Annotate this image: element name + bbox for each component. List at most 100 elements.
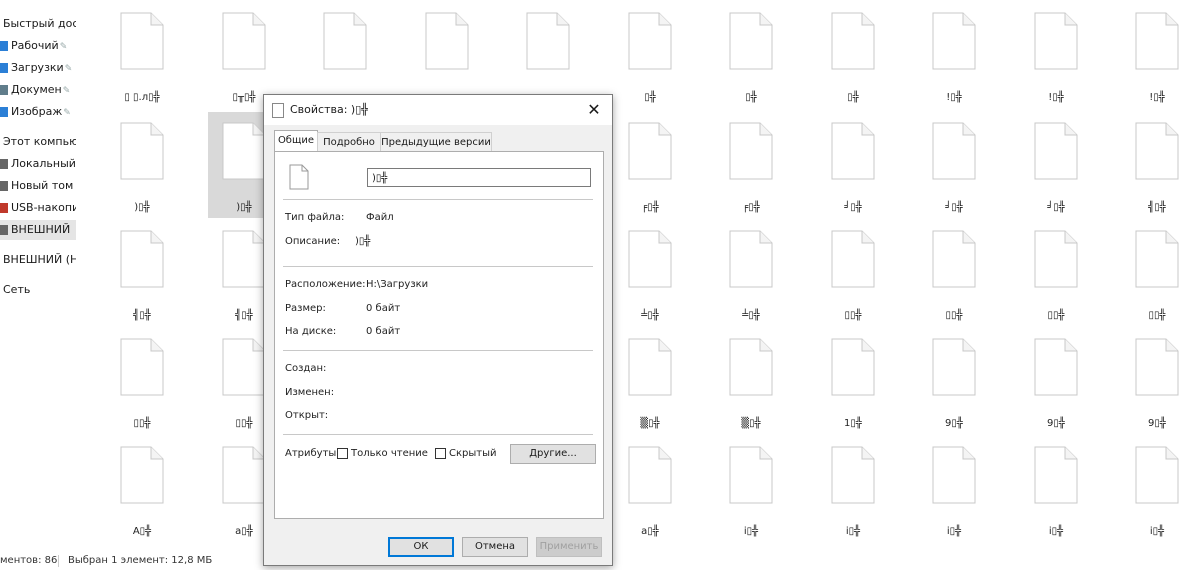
properties-dialog: Свойства: )▯╬ ✕ Общие Подробно Предыдущи… [263,94,613,566]
file-item[interactable]: !▯╬ [1020,2,1092,108]
file-item[interactable]: ╧▯╬ [614,220,686,326]
file-item[interactable]: ▯▯╬ [1121,220,1193,326]
apply-button[interactable]: Применить [536,537,602,557]
file-item[interactable] [411,2,483,108]
pin-icon[interactable]: ✎ [63,86,71,96]
file-icon [729,230,773,288]
file-item[interactable]: ▯╬ [614,2,686,108]
dialog-titlebar[interactable]: Свойства: )▯╬ ✕ [264,95,612,125]
pin-icon[interactable]: ✎ [60,42,68,52]
file-item[interactable]: ╛▯╬ [1020,112,1092,218]
file-item[interactable]: ▯╬ [817,2,889,108]
file-item[interactable]: ╧▯╬ [715,220,787,326]
file-type-label: Тип файла: [285,212,345,223]
file-item[interactable]: ▯╥▯╬ [208,2,280,108]
advanced-attributes-button[interactable]: Другие... [510,444,596,464]
file-item[interactable]: )▯╬ [106,112,178,218]
file-item[interactable]: a▯╬ [614,436,686,542]
file-item[interactable]: i▯╬ [918,436,990,542]
file-item[interactable]: ▯▯╬ [918,220,990,326]
file-item[interactable]: A▯╬ [106,436,178,542]
modified-label: Изменен: [285,387,335,398]
file-item[interactable] [512,2,584,108]
file-item[interactable]: i▯╬ [715,436,787,542]
file-item[interactable]: ╣▯╬ [1121,112,1193,218]
sidebar-item-label: ВНЕШНИЙ [11,223,71,236]
cancel-button[interactable]: Отмена [462,537,528,557]
sidebar-item[interactable]: Этот компью [0,132,76,152]
pin-icon[interactable]: ✎ [63,108,71,118]
file-item[interactable]: ▯▯╬ [817,220,889,326]
sidebar-item[interactable]: Загрузки✎ [0,58,76,78]
file-icon [1135,122,1179,180]
hidden-checkbox[interactable] [435,448,446,459]
file-item[interactable] [309,2,381,108]
hidden-label[interactable]: Скрытый [449,448,497,459]
drive-icon [0,181,8,191]
file-icon [729,122,773,180]
usb-drive-icon [0,203,8,213]
file-name: ▯▯╬ [844,310,862,321]
file-item[interactable]: !▯╬ [1121,2,1193,108]
tab-details[interactable]: Подробно [317,132,381,152]
sidebar-item[interactable]: USB-накопи [0,198,76,218]
file-name-input[interactable]: )▯╬ [367,168,591,187]
tab-general[interactable]: Общие [274,130,318,152]
file-item[interactable]: i▯╬ [1020,436,1092,542]
file-icon [628,122,672,180]
sidebar-item[interactable]: Локальный [0,154,76,174]
file-icon [729,446,773,504]
file-item[interactable]: ▯ ▯.л▯╬ [106,2,178,108]
sidebar-item[interactable]: ВНЕШНИЙ (Н [0,250,76,270]
file-item[interactable]: ▒▯╬ [715,328,787,434]
file-item[interactable]: 9▯╬ [1020,328,1092,434]
file-item[interactable]: !▯╬ [918,2,990,108]
file-item[interactable]: 9▯╬ [918,328,990,434]
file-icon [1135,338,1179,396]
file-item[interactable]: i▯╬ [817,436,889,542]
sidebar-item[interactable]: Сеть [0,280,76,300]
sidebar-item[interactable]: Новый том [0,176,76,196]
file-name: ▯▯╬ [1047,310,1065,321]
sidebar-item-label: Рабочий [11,39,59,52]
file-item[interactable]: ▯▯╬ [106,328,178,434]
file-item[interactable]: ╛▯╬ [817,112,889,218]
file-item[interactable]: ▯╬ [715,2,787,108]
file-item[interactable]: ╣▯╬ [106,220,178,326]
file-item[interactable]: ╒▯╬ [614,112,686,218]
file-icon [1034,230,1078,288]
readonly-label[interactable]: Только чтение [351,448,428,459]
file-item[interactable]: 9▯╬ [1121,328,1193,434]
file-name: ▯▯╬ [945,310,963,321]
pin-icon[interactable]: ✎ [65,64,73,74]
file-name: ▯▯╬ [1148,310,1166,321]
navigation-pane: Быстрый дос Рабочий✎ Загрузки✎ Докумен✎ Изоб… [0,0,76,550]
file-item[interactable]: ╒▯╬ [715,112,787,218]
sidebar-item[interactable]: ВНЕШНИЙ [0,220,76,240]
file-icon [729,338,773,396]
close-button[interactable]: ✕ [576,95,612,125]
sidebar-item[interactable]: Изображ✎ [0,102,76,122]
file-item[interactable]: ▯▯╬ [1020,220,1092,326]
file-icon [1135,12,1179,70]
sidebar-item-label: Сеть [3,283,31,296]
divider [283,350,593,351]
sidebar-item[interactable]: Рабочий✎ [0,36,76,56]
sidebar-item[interactable]: Быстрый дос [0,14,76,34]
document-icon [0,85,8,95]
divider [283,199,593,200]
ok-button[interactable]: ОК [388,537,454,557]
file-item[interactable]: 1▯╬ [817,328,889,434]
sidebar-item[interactable]: Докумен✎ [0,80,76,100]
file-name: ▯▯╬ [133,418,151,429]
file-item[interactable]: ╛▯╬ [918,112,990,218]
readonly-checkbox[interactable] [337,448,348,459]
tab-previous-versions[interactable]: Предыдущие версии [380,132,492,152]
sidebar-item-label: Быстрый дос [3,17,76,30]
file-item[interactable]: i▯╬ [1121,436,1193,542]
file-name: ╛▯╬ [1047,202,1065,213]
sidebar-item-label: ВНЕШНИЙ (Н [3,253,76,266]
file-name: ╧▯╬ [641,310,659,321]
file-name: ▯╬ [745,92,757,103]
file-item[interactable]: ▒▯╬ [614,328,686,434]
